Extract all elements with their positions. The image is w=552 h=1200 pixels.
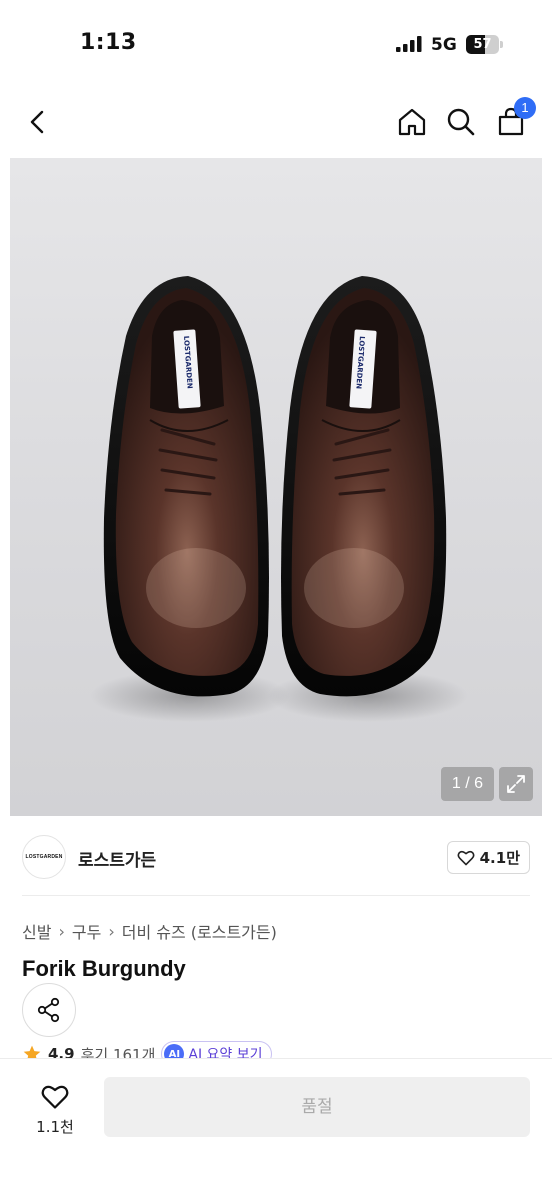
chevron-right-icon: › bbox=[108, 921, 115, 941]
breadcrumb: 신발 › 구두 › 더비 슈즈 (로스트가든) bbox=[22, 919, 277, 943]
search-icon bbox=[447, 108, 475, 136]
heart-icon bbox=[457, 850, 475, 865]
battery-icon: 57 bbox=[466, 35, 504, 54]
top-nav: 1 bbox=[0, 96, 552, 148]
cart-count-badge: 1 bbox=[514, 97, 536, 119]
share-icon bbox=[37, 997, 60, 1023]
expand-icon bbox=[507, 775, 525, 793]
search-button[interactable] bbox=[439, 100, 483, 144]
brand-row: LOSTGARDEN 로스트가든 4.1만 bbox=[22, 832, 530, 884]
signal-icon bbox=[396, 36, 422, 52]
brand-like-count: 4.1만 bbox=[479, 849, 520, 867]
heart-icon bbox=[41, 1085, 69, 1109]
product-image-gallery[interactable]: LOSTGARDEN LOSTGARDEN 1 / 6 bbox=[10, 158, 542, 816]
divider bbox=[22, 895, 530, 896]
wishlist-count: 1.1천 bbox=[36, 1117, 74, 1136]
product-title: Forik Burgundy bbox=[22, 956, 186, 981]
home-button[interactable] bbox=[390, 100, 434, 144]
back-button[interactable] bbox=[16, 100, 60, 144]
battery-level: 57 bbox=[473, 37, 492, 52]
product-image: LOSTGARDEN LOSTGARDEN bbox=[90, 276, 468, 722]
brand-name-link[interactable]: 로스트가든 bbox=[78, 846, 156, 871]
right-shoe: LOSTGARDEN bbox=[268, 276, 468, 722]
chevron-left-icon bbox=[30, 110, 44, 134]
home-icon bbox=[398, 108, 426, 136]
status-bar: 1:13 5G 57 bbox=[0, 0, 552, 90]
chevron-right-icon: › bbox=[58, 921, 65, 941]
image-counter: 1 / 6 bbox=[441, 767, 494, 801]
brand-logo[interactable]: LOSTGARDEN bbox=[22, 835, 66, 879]
cart-button[interactable]: 1 bbox=[489, 97, 536, 144]
bottom-action-bar: 1.1천 품절 bbox=[0, 1058, 552, 1200]
breadcrumb-item[interactable]: 신발 bbox=[22, 919, 51, 943]
status-time: 1:13 bbox=[80, 30, 137, 55]
share-button[interactable] bbox=[22, 983, 76, 1037]
network-type: 5G bbox=[431, 35, 457, 55]
expand-button[interactable] bbox=[499, 767, 533, 801]
sold-out-button[interactable]: 품절 bbox=[104, 1077, 530, 1137]
left-shoe: LOSTGARDEN bbox=[90, 276, 290, 722]
wishlist-button[interactable]: 1.1천 bbox=[20, 1075, 90, 1145]
breadcrumb-item[interactable]: 더비 슈즈 (로스트가든) bbox=[122, 919, 277, 943]
brand-like-button[interactable]: 4.1만 bbox=[446, 841, 530, 874]
breadcrumb-item[interactable]: 구두 bbox=[72, 919, 101, 943]
